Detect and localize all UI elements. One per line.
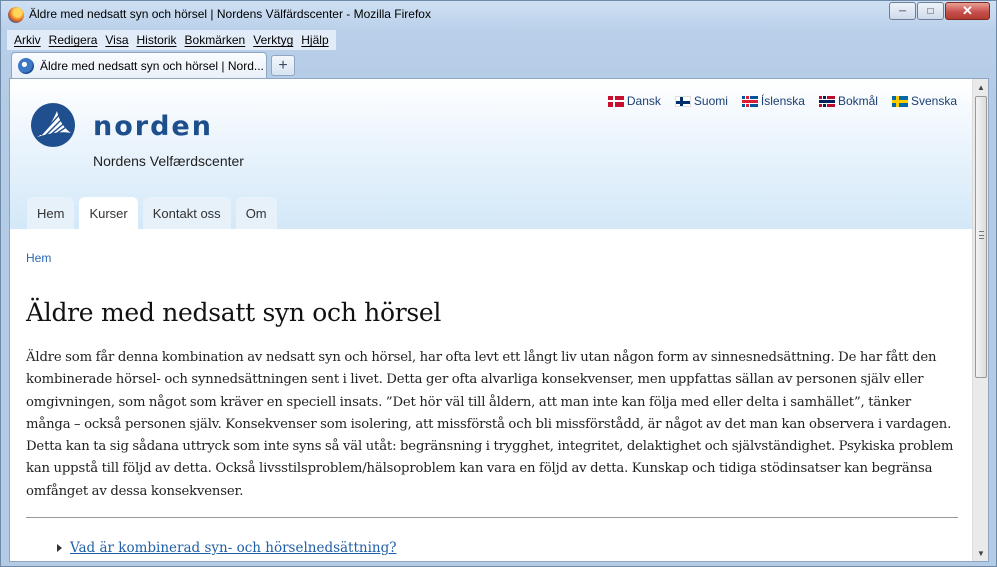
new-tab-button[interactable]: + xyxy=(271,55,295,76)
nav-tab-hem[interactable]: Hem xyxy=(27,197,75,229)
language-label: Bokmål xyxy=(837,94,878,108)
firefox-icon xyxy=(8,7,24,23)
language-suomi[interactable]: Suomi xyxy=(674,94,728,108)
scroll-down-arrow-icon[interactable]: ▼ xyxy=(973,545,988,561)
language-label: Dansk xyxy=(626,94,661,108)
menu-hjalp[interactable]: Hjälp xyxy=(297,33,332,47)
menu-verktyg[interactable]: Verktyg xyxy=(249,33,297,47)
window-title: Äldre med nedsatt syn och hörsel | Norde… xyxy=(29,7,431,21)
breadcrumb-hem-link[interactable]: Hem xyxy=(26,251,958,265)
finland-flag-icon xyxy=(674,95,691,107)
divider xyxy=(26,517,958,519)
scrollbar-thumb[interactable] xyxy=(975,96,987,378)
language-islenska[interactable]: Íslenska xyxy=(741,94,805,108)
language-switcher: Dansk Suomi Íslenska Bokmål Svenska xyxy=(594,94,957,108)
menu-visa[interactable]: Visa xyxy=(101,33,132,47)
browser-tab-active[interactable]: Äldre med nedsatt syn och hörsel | Nord.… xyxy=(11,52,267,78)
tab-strip: Äldre med nedsatt syn och hörsel | Nord.… xyxy=(7,52,992,78)
faq-toggle-link[interactable]: Vad är kombinerad syn- och hörselnedsätt… xyxy=(57,540,958,556)
menu-historik[interactable]: Historik xyxy=(133,33,181,47)
norden-swan-logo-icon[interactable] xyxy=(31,103,75,147)
maximize-icon[interactable]: □ xyxy=(917,2,944,20)
vertical-scrollbar[interactable]: ▲ ▼ xyxy=(972,79,988,561)
menu-arkiv[interactable]: Arkiv xyxy=(10,33,45,47)
page-viewport: norden Nordens Velfærdscenter Dansk Suom… xyxy=(9,78,989,562)
language-svenska[interactable]: Svenska xyxy=(891,94,957,108)
close-icon[interactable]: ✕ xyxy=(945,2,990,20)
window-controls: ─ □ ✕ xyxy=(888,2,990,20)
expand-triangle-icon xyxy=(57,544,62,553)
norway-flag-icon xyxy=(818,95,835,107)
sweden-flag-icon xyxy=(891,95,908,107)
language-label: Suomi xyxy=(693,94,728,108)
site-favicon-icon xyxy=(18,57,34,74)
language-label: Íslenska xyxy=(760,94,805,108)
faq-toggle-label: Vad är kombinerad syn- och hörselnedsätt… xyxy=(70,540,397,557)
site-subtitle: Nordens Velfærdscenter xyxy=(93,153,244,169)
language-label: Svenska xyxy=(910,94,957,108)
menu-bokmarken[interactable]: Bokmärken xyxy=(181,33,250,47)
site-header: norden Nordens Velfærdscenter Dansk Suom… xyxy=(10,79,973,229)
language-bokmal[interactable]: Bokmål xyxy=(818,94,878,108)
page-title: Äldre med nedsatt syn och hörsel xyxy=(26,298,442,327)
primary-nav: Hem Kurser Kontakt oss Om xyxy=(27,197,282,229)
menu-bar: Arkiv Redigera Visa Historik Bokmärken V… xyxy=(7,30,336,50)
minimize-icon[interactable]: ─ xyxy=(889,2,916,20)
denmark-flag-icon xyxy=(607,95,624,107)
browser-window: Äldre med nedsatt syn och hörsel | Norde… xyxy=(0,0,997,567)
grip-icon xyxy=(979,231,984,239)
iceland-flag-icon xyxy=(741,95,758,107)
title-bar: Äldre med nedsatt syn och hörsel | Norde… xyxy=(1,1,996,29)
main-content: Hem Äldre med nedsatt syn och hörsel Äld… xyxy=(26,229,958,556)
intro-paragraph: Äldre som får denna kombination av nedsa… xyxy=(26,350,954,499)
scroll-up-arrow-icon[interactable]: ▲ xyxy=(973,79,988,95)
language-dansk[interactable]: Dansk xyxy=(607,94,661,108)
nav-tab-om[interactable]: Om xyxy=(235,197,277,229)
tab-label: Äldre med nedsatt syn och hörsel | Nord.… xyxy=(40,58,264,73)
norden-logo-text[interactable]: norden xyxy=(93,111,213,142)
nav-tab-kurser[interactable]: Kurser xyxy=(79,197,138,229)
nav-tab-kontakt-oss[interactable]: Kontakt oss xyxy=(142,197,231,229)
menu-redigera[interactable]: Redigera xyxy=(45,33,102,47)
